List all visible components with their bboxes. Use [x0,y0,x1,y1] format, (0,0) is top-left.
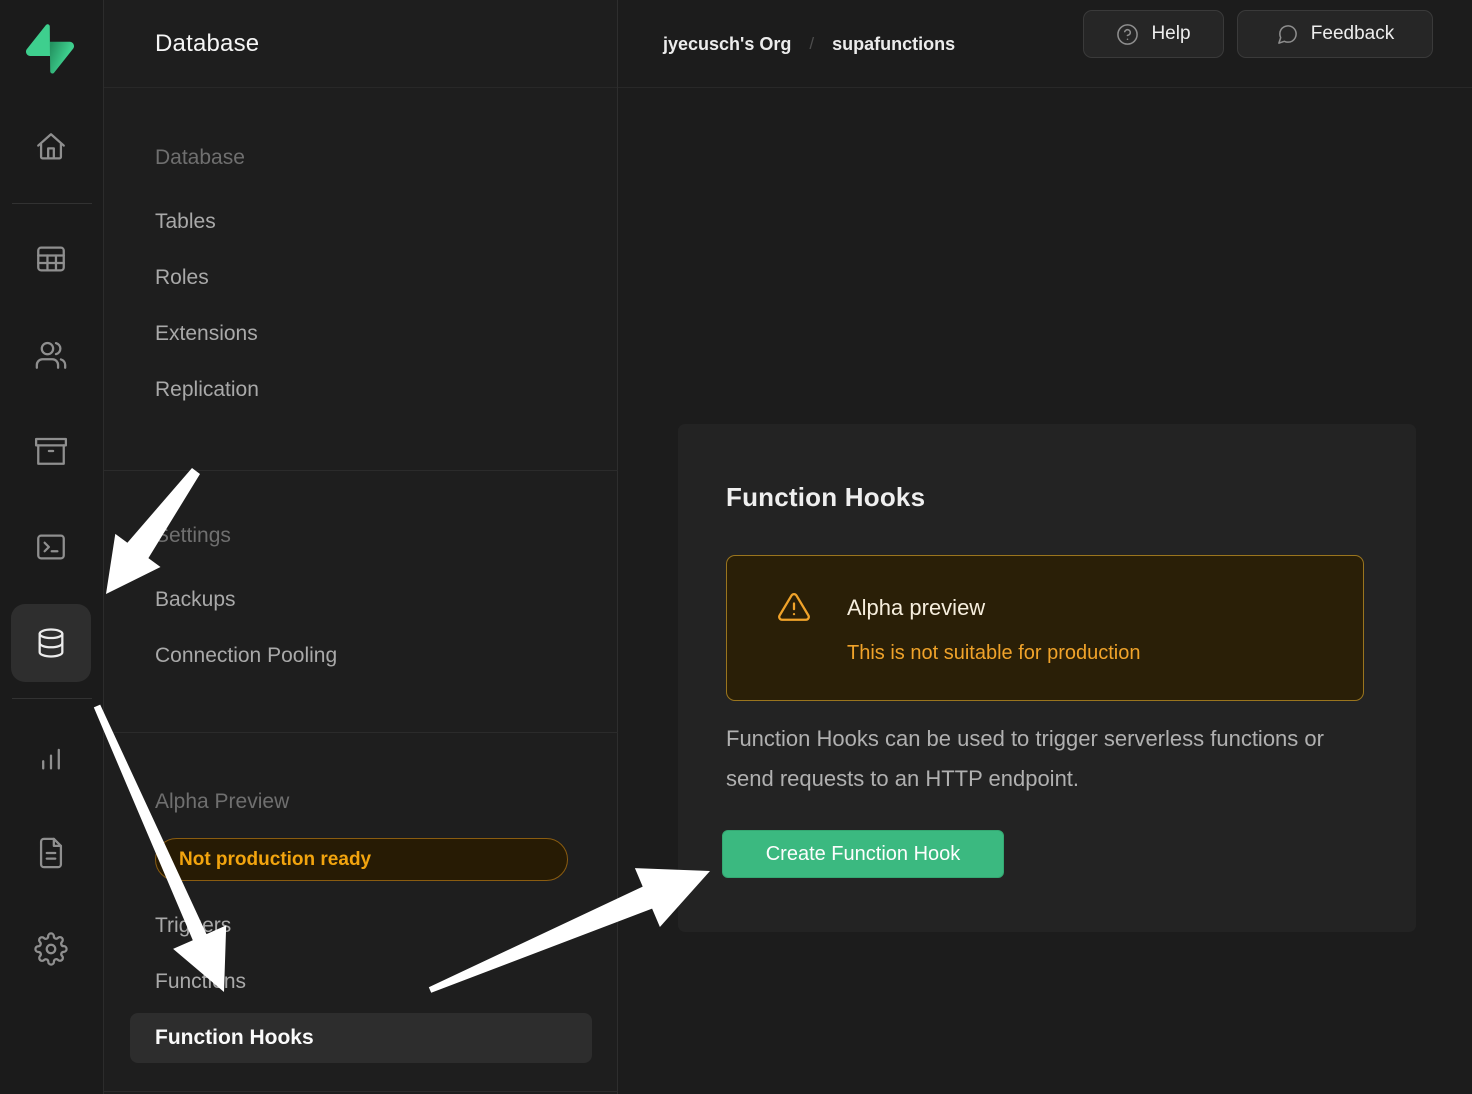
feedback-bubble-icon [1276,23,1299,46]
function-hooks-card: Function Hooks Alpha preview This is not… [678,424,1416,932]
table-editor-icon [34,242,68,276]
rail-item-auth-users[interactable] [11,323,91,387]
card-description: Function Hooks can be used to trigger se… [726,719,1326,799]
help-button[interactable]: Help [1083,10,1224,58]
sidebar-item-tables[interactable]: Tables [155,204,216,240]
icon-rail [0,0,104,1094]
supabase-logo[interactable] [26,24,74,74]
sidebar-item-triggers[interactable]: Triggers [155,908,231,944]
rail-divider [12,698,92,699]
rail-item-table-editor[interactable] [11,227,91,291]
section-label-database: Database [155,140,245,176]
reports-icon [34,740,68,774]
rail-item-reports[interactable] [11,725,91,789]
section-label-alpha-preview: Alpha Preview [155,784,289,820]
sql-terminal-icon [34,530,68,564]
breadcrumb-project[interactable]: supafunctions [832,34,955,55]
breadcrumb-org[interactable]: jyecusch's Org [663,34,791,55]
sidebar-divider [104,470,618,471]
rail-item-sql-editor[interactable] [11,515,91,579]
auth-users-icon [34,338,68,372]
rail-divider [12,203,92,204]
sidebar-item-backups[interactable]: Backups [155,582,236,618]
sidebar-item-function-hooks-label: Function Hooks [155,1013,314,1063]
alert-message: This is not suitable for production [847,642,1141,665]
sidebar-header: Database [104,0,617,88]
feedback-button-label: Feedback [1311,23,1394,45]
sidebar-item-extensions[interactable]: Extensions [155,316,258,352]
sidebar-item-roles[interactable]: Roles [155,260,209,296]
rail-item-settings[interactable] [11,917,91,981]
home-icon [34,130,68,164]
feedback-button[interactable]: Feedback [1237,10,1433,58]
rail-item-database[interactable] [11,604,91,682]
top-header: jyecusch's Org / supafunctions Help Feed… [618,0,1472,88]
database-icon [34,626,68,660]
sidebar-item-connection-pooling[interactable]: Connection Pooling [155,638,337,674]
alert-title: Alpha preview [847,595,985,621]
warning-triangle-icon [777,590,811,624]
sidebar-divider [104,1091,618,1092]
help-button-label: Help [1151,23,1190,45]
sidebar-item-function-hooks[interactable]: Function Hooks [130,1013,592,1063]
sidebar-item-functions[interactable]: Functions [155,964,246,1000]
not-production-ready-badge: Not production ready [155,838,568,881]
logs-icon [34,836,68,870]
card-title: Function Hooks [726,482,925,513]
supabase-dashboard: Database Database Tables Roles Extension… [0,0,1472,1094]
database-sidebar: Database Database Tables Roles Extension… [104,0,618,1094]
breadcrumb-separator: / [809,34,814,54]
sidebar-item-replication[interactable]: Replication [155,372,259,408]
sidebar-title: Database [155,0,259,88]
rail-item-home[interactable] [11,115,91,179]
create-function-hook-button[interactable]: Create Function Hook [722,830,1004,878]
settings-gear-icon [34,932,68,966]
sidebar-divider [104,732,618,733]
breadcrumb: jyecusch's Org / supafunctions [663,0,955,88]
alpha-preview-alert: Alpha preview This is not suitable for p… [726,555,1364,701]
rail-item-logs[interactable] [11,821,91,885]
rail-item-storage[interactable] [11,419,91,483]
section-label-settings: Settings [155,518,231,554]
help-circle-icon [1116,23,1139,46]
storage-icon [34,434,68,468]
